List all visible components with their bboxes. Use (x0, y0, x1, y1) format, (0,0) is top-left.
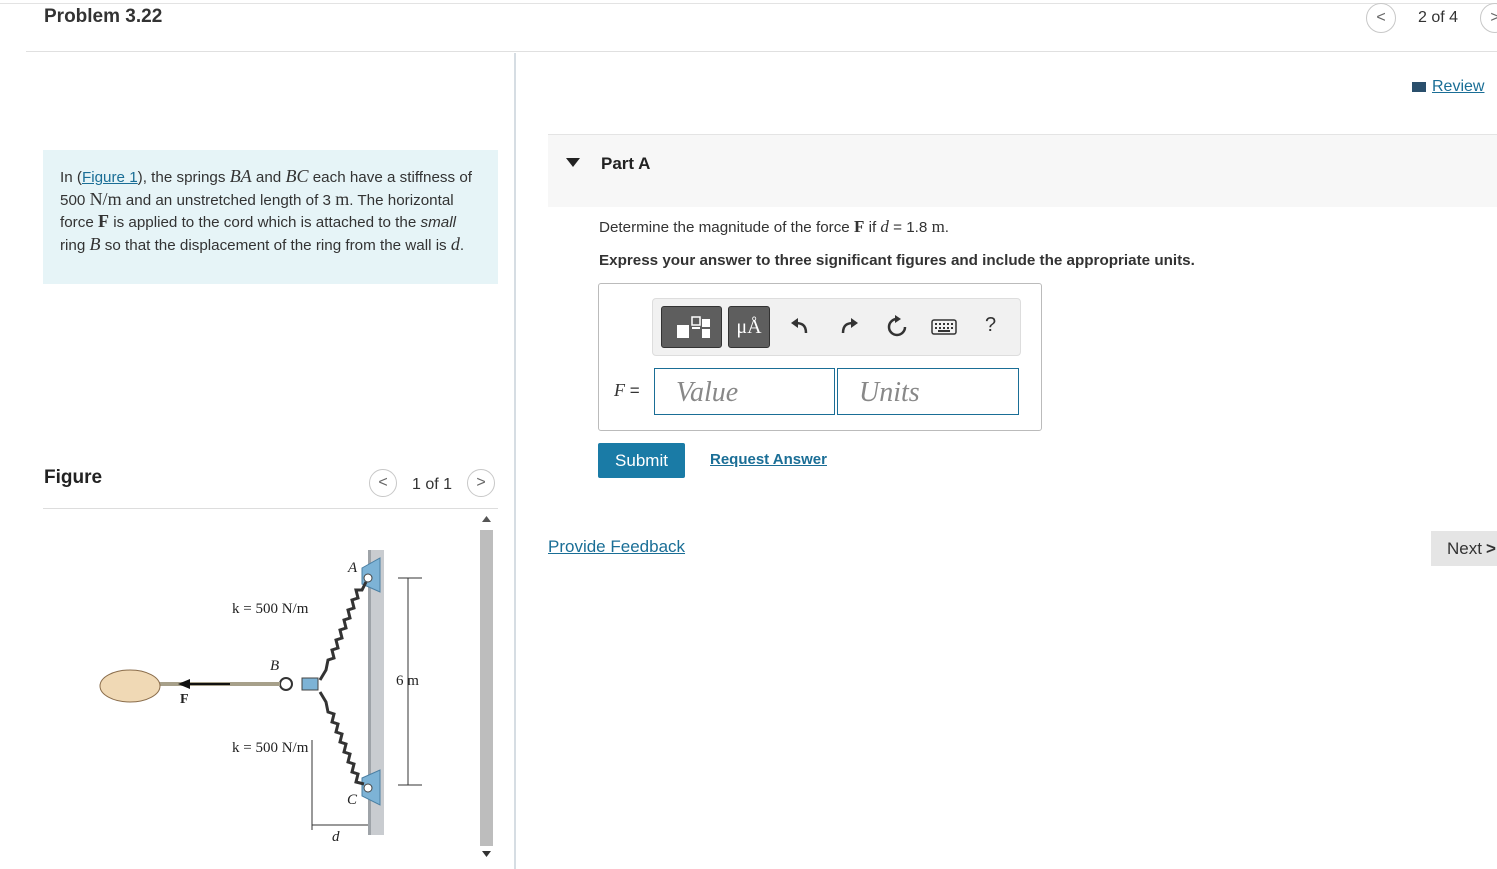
problem-statement: In (Figure 1), the springs BA and BC eac… (43, 150, 498, 284)
input-label: F = (614, 380, 640, 401)
text: so that the displacement of the ring fro… (100, 236, 451, 254)
book-icon (1412, 81, 1426, 92)
review-label: Review (1432, 78, 1485, 95)
point-b-label: B (270, 658, 279, 674)
value-input[interactable]: Value (654, 368, 835, 415)
math-B: B (89, 233, 101, 254)
part-header[interactable] (548, 134, 1497, 207)
chevron-right-icon: > (476, 474, 486, 491)
figure-link[interactable]: Figure 1 (82, 169, 138, 186)
d-label: d (332, 829, 340, 845)
math-F: F (97, 211, 109, 232)
spring-ba (318, 581, 368, 681)
figure-diagram: k = 500 N/m k = 500 N/m A B C F 6 m d (99, 550, 422, 845)
provide-feedback-link[interactable]: Provide Feedback (548, 537, 685, 557)
ring-b (279, 677, 293, 691)
text: and an unstretched length of 3 (121, 191, 336, 209)
scroll-down-icon[interactable] (482, 851, 491, 857)
part-title: Part A (601, 154, 651, 173)
prev-figure-button[interactable]: < (369, 469, 397, 497)
problem-pager: 2 of 4 (1418, 9, 1459, 26)
question-text: Determine the magnitude of the force F i… (599, 217, 949, 237)
text: and (251, 169, 286, 186)
force-arrowhead (178, 679, 190, 689)
text: . (944, 219, 950, 236)
submit-button[interactable]: Submit (598, 443, 685, 478)
units-button[interactable]: μÅ (728, 306, 770, 348)
spring-bc (318, 691, 365, 786)
math-BA: BA (229, 166, 252, 186)
next-figure-button[interactable]: > (467, 469, 495, 497)
next-button[interactable]: Next > (1431, 531, 1497, 566)
next-problem-button[interactable]: > (1480, 3, 1497, 33)
reset-icon[interactable] (885, 315, 909, 339)
redo-icon[interactable] (838, 315, 860, 337)
next-label: Next (1447, 538, 1482, 558)
undo-icon[interactable] (789, 315, 811, 337)
templates-button[interactable] (661, 306, 722, 348)
keyboard-icon[interactable] (931, 318, 957, 336)
math-unit: m (931, 217, 945, 236)
chevron-left-icon: < (378, 474, 388, 491)
math-BC: BC (285, 166, 309, 186)
top-border (0, 3, 1497, 4)
panel-divider (514, 53, 516, 869)
request-answer-link[interactable]: Request Answer (710, 451, 827, 468)
chevron-right-icon: > (1485, 538, 1496, 558)
text: Determine the magnitude of the force (599, 219, 854, 236)
point-a-label: A (347, 560, 358, 576)
scroll-thumb[interactable] (480, 530, 493, 846)
figure-scrollbar[interactable] (477, 514, 496, 869)
figure-divider (43, 508, 498, 509)
ring-connector (301, 677, 319, 691)
spring-ba-label: k = 500 N/m (232, 601, 309, 617)
spring-bc-label: k = 500 N/m (232, 740, 309, 756)
math-d: d (450, 233, 460, 254)
page-title: Problem 3.22 (44, 6, 163, 27)
text: In ( (60, 169, 82, 186)
review-link[interactable]: Review (1412, 78, 1484, 96)
prev-problem-button[interactable]: < (1366, 3, 1396, 33)
header-divider (26, 51, 1497, 52)
figure-heading: Figure (44, 467, 103, 488)
pin-a (363, 573, 373, 583)
figure-pager: 1 of 1 (412, 476, 453, 493)
math-unit: N/m (89, 188, 122, 209)
math-F: F (614, 380, 625, 400)
force-label: F (180, 692, 189, 707)
caret-down-icon[interactable] (566, 158, 580, 167)
chevron-right-icon: > (1490, 9, 1497, 26)
text: ), the springs (137, 169, 230, 186)
height-label: 6 m (396, 673, 419, 689)
templates-icon (676, 316, 710, 338)
chevron-left-icon: < (1376, 9, 1386, 26)
text: is applied to the cord which is attached… (108, 214, 421, 232)
units-input[interactable]: Units (837, 368, 1019, 415)
text: ring (60, 236, 90, 254)
math-F: F (853, 217, 865, 236)
instruction-text: Express your answer to three significant… (599, 252, 1195, 269)
point-c-label: C (347, 792, 358, 808)
math-d: d (880, 217, 889, 236)
math-unit: m (335, 188, 350, 209)
text: . (459, 236, 465, 254)
text: = 1.8 (888, 219, 932, 236)
pin-c (363, 783, 373, 793)
text-emphasis: small (420, 214, 456, 232)
text: if (864, 219, 881, 236)
text: = (625, 381, 640, 400)
hand-icon (99, 669, 161, 703)
scroll-up-icon[interactable] (482, 516, 491, 522)
help-icon[interactable]: ? (985, 314, 996, 337)
